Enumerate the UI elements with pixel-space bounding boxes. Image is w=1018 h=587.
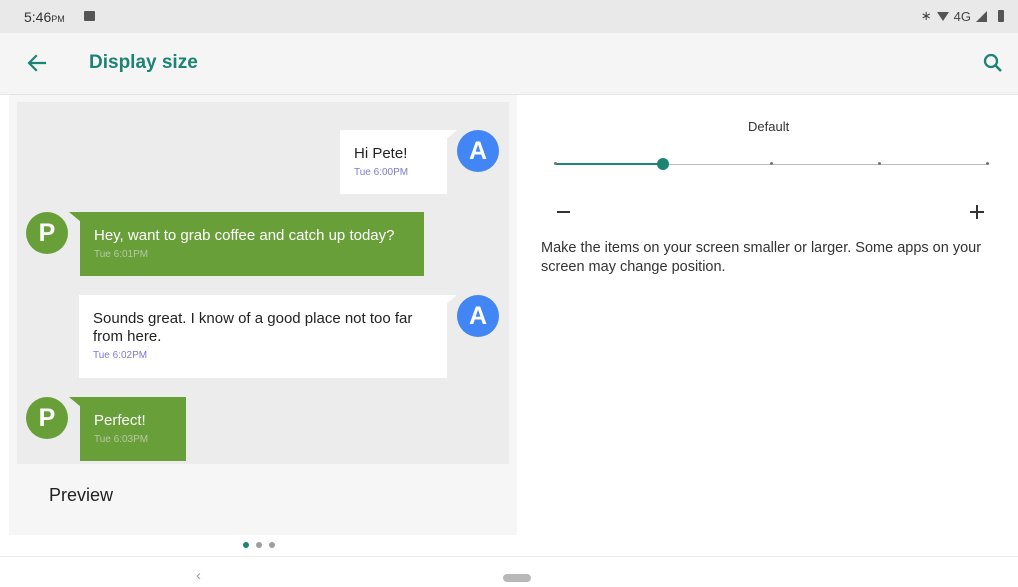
message-bubble: Sounds great. I know of a good place not… — [79, 295, 447, 378]
message-time: Tue 6:01PM — [94, 249, 149, 260]
slider-tick[interactable] — [769, 162, 773, 165]
nav-home-button[interactable] — [503, 574, 531, 582]
network-type-label: 4G — [953, 8, 971, 24]
page-dot[interactable] — [256, 542, 262, 548]
message-text: Sounds great. I know of a good place not… — [93, 310, 413, 345]
slider-tick[interactable] — [877, 162, 881, 165]
status-time: 5:46PM — [24, 9, 65, 25]
search-icon — [983, 53, 1002, 72]
preview-label: Preview — [49, 485, 114, 505]
arrow-back-icon — [27, 54, 47, 72]
app-bar: Display size — [0, 33, 1018, 95]
message-text: Hi Pete! — [354, 145, 408, 162]
preview-pane[interactable]: Hi Pete! Tue 6:00PM A P Hey, want to gra… — [9, 95, 517, 535]
avatar: A — [457, 295, 499, 337]
message-time: Tue 6:02PM — [93, 350, 148, 361]
nav-back-button[interactable]: ‹ — [196, 567, 201, 584]
size-description: Make the items on your screen smaller or… — [541, 240, 982, 275]
message-text: Perfect! — [94, 412, 146, 429]
slider-thumb[interactable] — [657, 158, 669, 170]
avatar: A — [457, 130, 499, 172]
message-bubble: Hi Pete! Tue 6:00PM — [340, 130, 447, 194]
search-button[interactable] — [978, 48, 1008, 78]
status-bar: 5:46PM ∗ 4G — [0, 0, 1018, 33]
wifi-icon — [936, 11, 949, 21]
message-bubble: Hey, want to grab coffee and catch up to… — [80, 212, 424, 276]
signal-icon — [976, 10, 987, 22]
page-dot-active[interactable] — [243, 542, 249, 548]
page-dot[interactable] — [269, 542, 275, 548]
bubble-tail — [445, 130, 457, 140]
navigation-bar: ‹ — [0, 556, 1018, 587]
size-level-label: Default — [748, 119, 790, 134]
status-icons: ∗ 4G — [921, 8, 1004, 24]
chat-preview: Hi Pete! Tue 6:00PM A P Hey, want to gra… — [17, 102, 509, 464]
slider-track-fill — [555, 163, 663, 165]
slider-tick[interactable] — [985, 162, 989, 165]
message-time: Tue 6:00PM — [354, 167, 409, 178]
message-bubble: Perfect! Tue 6:03PM — [80, 397, 186, 461]
image-notification-icon — [84, 11, 95, 21]
bluetooth-icon: ∗ — [920, 8, 932, 23]
message-time: Tue 6:03PM — [94, 434, 149, 445]
increase-size-button[interactable] — [968, 203, 986, 221]
avatar: P — [26, 212, 68, 254]
page-title: Display size — [89, 52, 198, 73]
battery-icon — [998, 10, 1004, 22]
display-size-slider[interactable] — [553, 154, 989, 176]
slider-tick[interactable] — [553, 162, 557, 165]
bubble-tail — [445, 295, 457, 305]
back-button[interactable] — [22, 48, 52, 78]
page-indicator[interactable] — [243, 542, 275, 548]
avatar: P — [26, 397, 68, 439]
decrease-size-button[interactable] — [555, 201, 575, 221]
message-text: Hey, want to grab coffee and catch up to… — [94, 227, 395, 244]
